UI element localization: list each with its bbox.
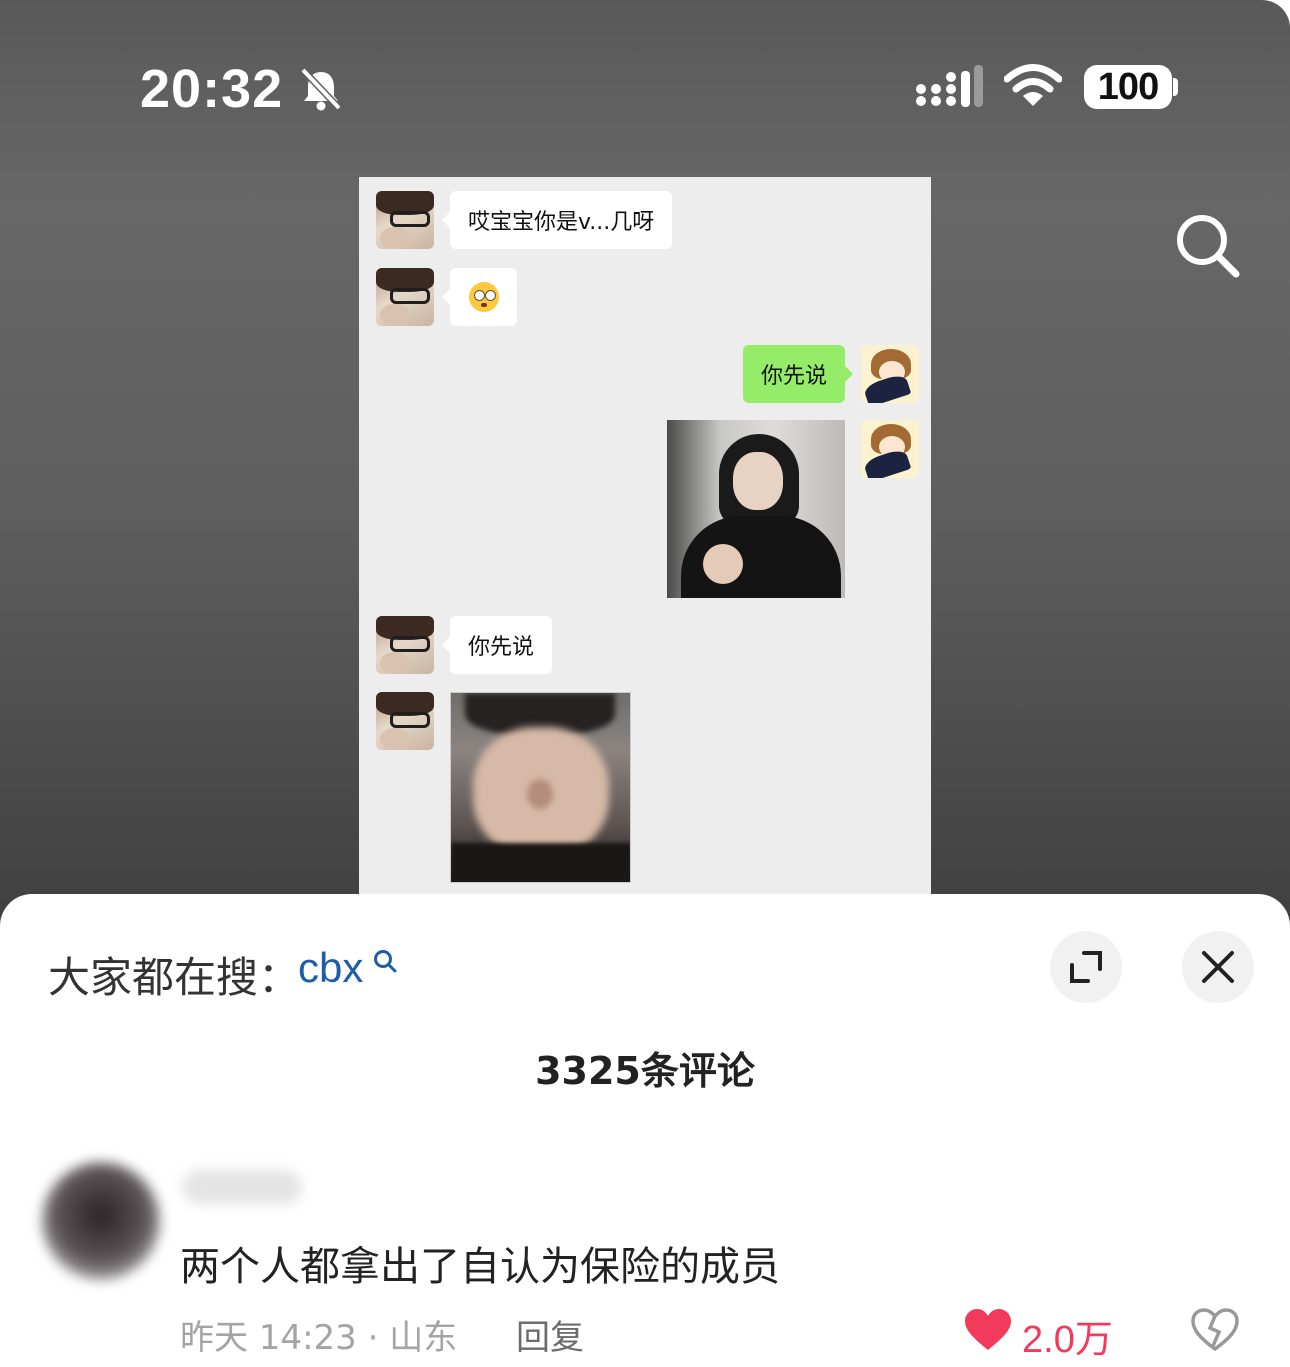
close-icon	[1202, 951, 1234, 983]
search-suggestion-link[interactable]: cbx	[298, 944, 363, 992]
chat-bubble-right: 你先说	[742, 345, 854, 403]
flushed-face-emoji	[468, 282, 499, 312]
avatar[interactable]	[42, 1162, 160, 1280]
expand-icon	[1070, 951, 1102, 983]
battery-icon: 100	[1084, 65, 1172, 109]
search-icon[interactable]	[372, 948, 398, 974]
like-count: 2.0万	[1022, 1319, 1113, 1361]
battery-tip	[1173, 78, 1178, 96]
status-time: 20:32	[140, 59, 284, 119]
chat-screenshot: 哎宝宝你是v...几呀 你先说 你先说	[359, 177, 931, 895]
chat-bubble-emoji	[442, 268, 517, 326]
close-button[interactable]	[1182, 931, 1254, 1003]
avatar-girl	[376, 268, 434, 326]
chat-bubble-left: 哎宝宝你是v...几呀	[441, 191, 673, 249]
heart-icon[interactable]	[963, 1308, 1013, 1352]
comment-text: 两个人都拿出了自认为保险的成员	[180, 1244, 780, 1290]
comments-sheet: 大家都在搜： cbx 3325条评论 两个人都拿出了自认为保险的成员 昨天 14…	[0, 894, 1290, 1367]
chat-bubble-left: 你先说	[441, 616, 553, 674]
expand-button[interactable]	[1050, 931, 1122, 1003]
avatar-girl	[376, 191, 434, 249]
video-area[interactable]: 20:32 100 哎宝宝你是v...几呀 你先说 你先说	[0, 0, 1290, 930]
photo-man-hoodie	[667, 420, 845, 598]
search-icon[interactable]	[1172, 210, 1242, 280]
battery-level: 100	[1097, 65, 1159, 108]
dislike-icon[interactable]	[1190, 1308, 1240, 1352]
comment-username-blurred[interactable]	[182, 1170, 302, 1204]
avatar-anime	[861, 345, 919, 403]
signal-icon	[916, 65, 983, 107]
comment-count-title: 3325条评论	[535, 1049, 755, 1093]
comment-meta: 昨天 14:23 · 山东	[180, 1318, 458, 1358]
avatar-girl	[376, 616, 434, 674]
search-suggestion-label: 大家都在搜：	[48, 953, 301, 1002]
wifi-icon	[1004, 64, 1062, 106]
photo-blurry-face	[450, 692, 631, 883]
bell-slash-icon	[300, 67, 342, 111]
reply-button[interactable]: 回复	[516, 1310, 584, 1359]
avatar-anime	[861, 420, 919, 478]
avatar-girl	[376, 692, 434, 750]
